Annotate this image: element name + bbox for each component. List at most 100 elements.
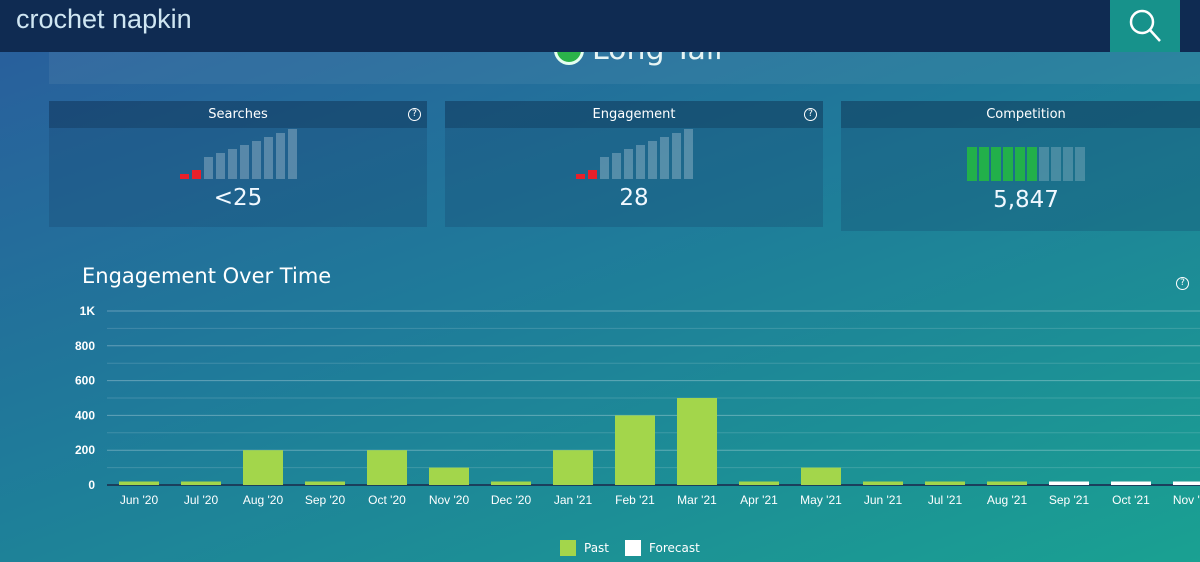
signal-bar (647, 141, 657, 179)
searches-card: Searches? <25 (49, 101, 427, 227)
card-title: Engagement (592, 107, 676, 122)
help-icon[interactable]: ? (408, 108, 421, 121)
signal-bar (251, 141, 261, 179)
competition-bar (967, 147, 977, 181)
card-title: Competition (986, 107, 1066, 122)
card-value: 28 (619, 185, 649, 211)
bar (367, 450, 407, 485)
signal-bars (445, 129, 823, 179)
competition-bar (1051, 147, 1061, 181)
x-tick-label: Aug '20 (243, 493, 284, 507)
x-tick-label: Dec '20 (491, 493, 532, 507)
help-icon[interactable]: ? (1176, 277, 1189, 290)
bar (181, 481, 221, 485)
bar (1173, 481, 1200, 485)
card-value: 5,847 (993, 187, 1059, 213)
bar (553, 450, 593, 485)
bar (1049, 481, 1089, 485)
competition-bar (979, 147, 989, 181)
signal-bar (215, 153, 225, 179)
bar (801, 467, 841, 485)
competition-bar (1003, 147, 1013, 181)
x-tick-label: Mar '21 (677, 493, 717, 507)
x-tick-label: Jan '21 (554, 493, 593, 507)
engagement-card: Engagement? 28 (445, 101, 823, 227)
legend-swatch (625, 540, 641, 556)
competition-bars (841, 147, 1200, 181)
y-tick-label: 800 (75, 339, 95, 353)
y-tick-label: 1K (80, 304, 96, 318)
competition-bar (1063, 147, 1073, 181)
y-tick-label: 400 (75, 408, 95, 422)
x-tick-label: Aug '21 (987, 493, 1028, 507)
legend-forecast[interactable]: Forecast (625, 540, 700, 556)
competition-bar (1075, 147, 1085, 181)
x-tick-label: Oct '20 (368, 493, 406, 507)
bar (119, 481, 159, 485)
signal-bar (611, 153, 621, 179)
y-tick-label: 600 (75, 374, 95, 388)
x-tick-label: May '21 (800, 493, 842, 507)
legend-past[interactable]: Past (560, 540, 609, 556)
search-button[interactable] (1110, 0, 1180, 52)
x-tick-label: Jun '20 (120, 493, 159, 507)
signal-bar (263, 137, 273, 179)
x-tick-label: Jul '20 (184, 493, 219, 507)
bar (987, 481, 1027, 485)
signal-bar (671, 133, 681, 179)
bar (925, 481, 965, 485)
competition-bar (1039, 147, 1049, 181)
search-bar: crochet napkin (0, 0, 1200, 52)
x-tick-label: Oct '21 (1112, 493, 1150, 507)
bar (863, 481, 903, 485)
long-tail-panel: Long Tail (49, 52, 1200, 84)
bar (429, 467, 469, 485)
signal-bar (227, 149, 237, 179)
competition-bar (1027, 147, 1037, 181)
y-tick-label: 200 (75, 443, 95, 457)
card-value: <25 (213, 185, 263, 211)
bar (615, 415, 655, 485)
search-input[interactable]: crochet napkin (16, 4, 192, 35)
x-tick-label: Sep '21 (1049, 493, 1090, 507)
x-tick-label: Jul '21 (928, 493, 963, 507)
signal-bar (683, 129, 693, 179)
x-tick-label: Jun '21 (864, 493, 903, 507)
signal-bar (203, 157, 213, 179)
signal-bar (275, 133, 285, 179)
signal-bar (179, 174, 189, 179)
legend-swatch (560, 540, 576, 556)
signal-bar (599, 157, 609, 179)
competition-card: Competition 5,847 (841, 101, 1200, 231)
competition-bar (991, 147, 1001, 181)
x-tick-label: Nov '20 (429, 493, 470, 507)
bar (677, 398, 717, 485)
competition-bar (1015, 147, 1025, 181)
bar (243, 450, 283, 485)
engagement-chart: 0 200 400 600 800 1K Jun '20 Jul '20 Aug '20 Sep … (75, 304, 1200, 507)
x-tick-label: Apr '21 (740, 493, 778, 507)
bar (305, 481, 345, 485)
chart-title: Engagement Over Time (82, 264, 332, 288)
long-tail-label: Long Tail (592, 52, 723, 67)
help-icon[interactable]: ? (804, 108, 817, 121)
legend-label: Forecast (649, 541, 700, 555)
y-tick-label: 0 (88, 478, 95, 492)
x-tick-label: Feb '21 (615, 493, 655, 507)
signal-bar (587, 170, 597, 179)
bar (739, 481, 779, 485)
bar (1111, 481, 1151, 485)
signal-bar (659, 137, 669, 179)
x-tick-label: Nov '21 (1173, 493, 1200, 507)
signal-bar (239, 145, 249, 179)
bar (491, 481, 531, 485)
card-title: Searches (208, 107, 268, 122)
search-icon (1129, 9, 1161, 42)
signal-bar (575, 174, 585, 179)
legend-label: Past (584, 541, 610, 555)
check-circle-icon (554, 52, 584, 65)
signal-bar (191, 170, 201, 179)
x-tick-label: Sep '20 (305, 493, 346, 507)
signal-bar (623, 149, 633, 179)
signal-bars (49, 129, 427, 179)
